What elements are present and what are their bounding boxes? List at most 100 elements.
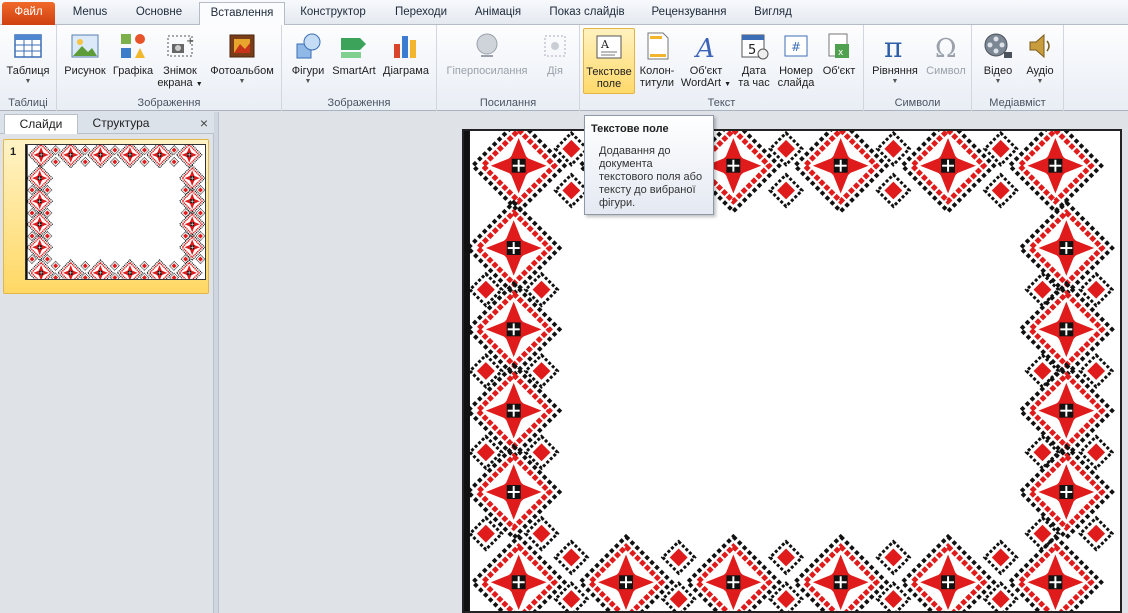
- svg-text:#: #: [791, 40, 801, 54]
- audio-button[interactable]: Аудіо ▼: [1020, 28, 1060, 94]
- group-images-label: Зображення: [137, 97, 201, 109]
- chevron-down-icon: ▼: [195, 81, 203, 88]
- tooltip-title: Текстове поле: [591, 123, 669, 135]
- equation-button[interactable]: π Рівняння ▼: [868, 28, 922, 94]
- svg-text:x: x: [838, 48, 844, 58]
- textbox-label-2: поле: [596, 78, 622, 90]
- group-text: A Текстове поле Колон- титули A Об'єкт W…: [580, 25, 864, 111]
- textbox-button[interactable]: A Текстове поле: [583, 28, 635, 94]
- slides-pane: Слайди Структура × 1: [0, 112, 214, 613]
- smartart-icon: [341, 38, 366, 58]
- shapes-button[interactable]: Фігури ▼: [288, 28, 328, 94]
- globe-icon: [476, 33, 498, 57]
- shapes-icon: [296, 33, 321, 59]
- tooltip-body: Додавання до документа текстового поля а…: [599, 145, 703, 209]
- tab-insert[interactable]: Вставлення: [199, 2, 285, 26]
- chevron-down-icon: ▼: [1036, 78, 1044, 85]
- photo-album-icon: [229, 34, 255, 58]
- table-label: Таблиця: [6, 65, 50, 77]
- chevron-down-icon: ▼: [994, 78, 1002, 85]
- object-icon: x: [828, 33, 849, 58]
- hyperlink-button[interactable]: Гіперпосилання: [441, 28, 533, 94]
- close-icon[interactable]: ×: [200, 115, 208, 131]
- screenshot-label-2-text: екрана: [157, 77, 193, 89]
- action-button[interactable]: Дія: [535, 28, 575, 94]
- svg-text:+: +: [186, 36, 194, 47]
- film-reel-icon: [984, 33, 1012, 58]
- tab-animation[interactable]: Анімація: [465, 2, 531, 25]
- screenshot-button[interactable]: + Знімок екрана ▼: [157, 28, 203, 94]
- tab-home[interactable]: Основне: [123, 2, 195, 25]
- group-symbols-label: Символи: [894, 97, 941, 109]
- ribbon-tab-bar: Файл Menus Основне Вставлення Конструкто…: [0, 0, 1128, 26]
- screenshot-icon: +: [167, 35, 194, 57]
- tab-outline[interactable]: Структура: [80, 114, 162, 134]
- tab-review[interactable]: Рецензування: [641, 2, 737, 25]
- speaker-icon: [1029, 33, 1050, 59]
- chart-button[interactable]: Діаграма: [380, 28, 432, 94]
- hyperlink-label: Гіперпосилання: [446, 65, 528, 77]
- ribbon-insert: Таблиця ▼ Таблиці Рисунок Графіка + Знім…: [0, 25, 1128, 111]
- table-icon: [14, 34, 42, 58]
- group-symbols: π Рівняння ▼ Ω Символ Символи: [864, 25, 972, 111]
- group-tables: Таблиця ▼ Таблиці: [0, 25, 57, 111]
- video-label: Відео: [983, 65, 1013, 77]
- chevron-down-icon: ▼: [238, 78, 246, 85]
- chart-label: Діаграма: [383, 65, 429, 77]
- shapes-label: Фігури: [291, 65, 325, 77]
- tab-file[interactable]: Файл: [2, 2, 55, 25]
- tab-transitions[interactable]: Переходи: [381, 2, 461, 25]
- embroidery-border-thumbnail: [26, 145, 205, 279]
- object-label: Об'єкт: [822, 65, 856, 77]
- tab-slides[interactable]: Слайди: [4, 114, 78, 134]
- textbox-tooltip: Текстове поле Додавання до документа тек…: [584, 115, 714, 215]
- wordart-icon: A: [694, 34, 715, 62]
- group-media-label: Медіавміст: [989, 97, 1046, 109]
- group-images: Рисунок Графіка + Знімок екрана ▼ Фотоал…: [57, 25, 282, 111]
- group-media: Відео ▼ Аудіо ▼ Медіавміст: [972, 25, 1064, 111]
- symbol-button[interactable]: Ω Символ: [924, 28, 968, 94]
- slide-number-button[interactable]: # Номер слайда: [775, 28, 817, 94]
- svg-text:π: π: [884, 31, 902, 62]
- video-button[interactable]: Відео ▼: [976, 28, 1020, 94]
- group-illustrations: Фігури ▼ SmartArt Діаграма Зображення: [282, 25, 437, 111]
- picture-button[interactable]: Рисунок: [61, 28, 109, 94]
- datetime-button[interactable]: 5 Дата та час: [735, 28, 773, 94]
- chevron-down-icon: ▼: [724, 81, 732, 88]
- wordart-button[interactable]: A Об'єкт WordArt ▼: [679, 28, 733, 94]
- action-icon: [544, 35, 566, 57]
- group-links: Гіперпосилання Дія Посилання: [437, 25, 580, 111]
- screenshot-label-1: Знімок: [163, 65, 197, 77]
- slides-pane-tabs: Слайди Структура ×: [0, 112, 214, 134]
- slide-number: 1: [10, 146, 17, 158]
- slide-number-icon: #: [784, 35, 808, 57]
- slide-canvas[interactable]: [462, 129, 1122, 613]
- wordart-label-2-text: WordArt: [680, 77, 722, 89]
- tab-design[interactable]: Конструктор: [289, 2, 377, 25]
- chart-icon: [394, 36, 416, 58]
- action-label: Дія: [547, 65, 563, 77]
- photo-album-button[interactable]: Фотоальбом ▼: [207, 28, 277, 94]
- table-button[interactable]: Таблиця ▼: [3, 28, 53, 94]
- group-tables-label: Таблиці: [8, 97, 48, 109]
- object-button[interactable]: x Об'єкт: [819, 28, 859, 94]
- picture-icon: [71, 34, 99, 58]
- clipart-button[interactable]: Графіка: [110, 28, 156, 94]
- tab-view[interactable]: Вигляд: [741, 2, 805, 25]
- slide-thumbnail[interactable]: [25, 144, 206, 280]
- header-footer-icon: [647, 32, 669, 60]
- wordart-label-2: WordArt ▼: [679, 77, 733, 91]
- datetime-label-2: та час: [738, 77, 770, 89]
- group-text-label: Текст: [707, 97, 736, 109]
- header-footer-button[interactable]: Колон- титули: [637, 28, 677, 94]
- svg-text:A: A: [694, 34, 715, 62]
- pane-splitter[interactable]: [214, 112, 219, 613]
- datetime-label-1: Дата: [741, 65, 767, 77]
- tab-slideshow[interactable]: Показ слайдів: [537, 2, 637, 25]
- audio-label: Аудіо: [1026, 65, 1054, 77]
- clipart-label: Графіка: [112, 65, 154, 77]
- smartart-button[interactable]: SmartArt: [330, 28, 378, 94]
- tab-menus[interactable]: Menus: [61, 2, 119, 25]
- photo-album-label: Фотоальбом: [210, 65, 274, 77]
- slide-thumbnail-selected[interactable]: 1: [3, 139, 209, 294]
